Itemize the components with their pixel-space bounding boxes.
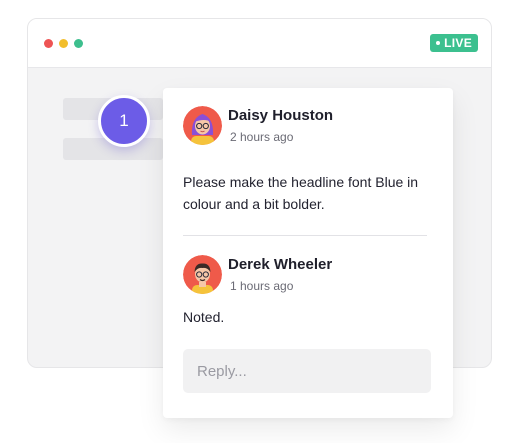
live-label: LIVE xyxy=(444,36,472,50)
woman-with-glasses-avatar-icon xyxy=(183,106,222,145)
comment-author: Daisy Houston xyxy=(228,107,334,124)
browser-topbar: LIVE xyxy=(28,19,491,68)
comment-text: Please make the headline font Blue in co… xyxy=(183,174,419,212)
maximize-window-dot[interactable] xyxy=(74,39,83,48)
comment-author: Derek Wheeler xyxy=(228,256,333,273)
comment-divider xyxy=(183,235,427,236)
comment-header: Daisy Houston 2 hours ago xyxy=(183,106,333,145)
comment-header: Derek Wheeler 1 hours ago xyxy=(183,255,332,294)
live-dot-icon xyxy=(436,41,441,45)
reply-input[interactable] xyxy=(183,349,431,393)
man-with-glasses-avatar-icon xyxy=(183,255,222,294)
comment-time: 1 hours ago xyxy=(230,279,294,293)
minimize-window-dot[interactable] xyxy=(59,39,68,48)
comment-marker-number: 1 xyxy=(119,111,129,130)
comment-marker-badge[interactable]: 1 xyxy=(98,95,150,147)
comment-text: Noted. xyxy=(183,309,225,325)
live-badge: LIVE xyxy=(430,34,478,52)
comment-time: 2 hours ago xyxy=(230,130,294,144)
close-window-dot[interactable] xyxy=(44,39,53,48)
comment-thread-card: Daisy Houston 2 hours ago Please make th… xyxy=(163,88,453,418)
